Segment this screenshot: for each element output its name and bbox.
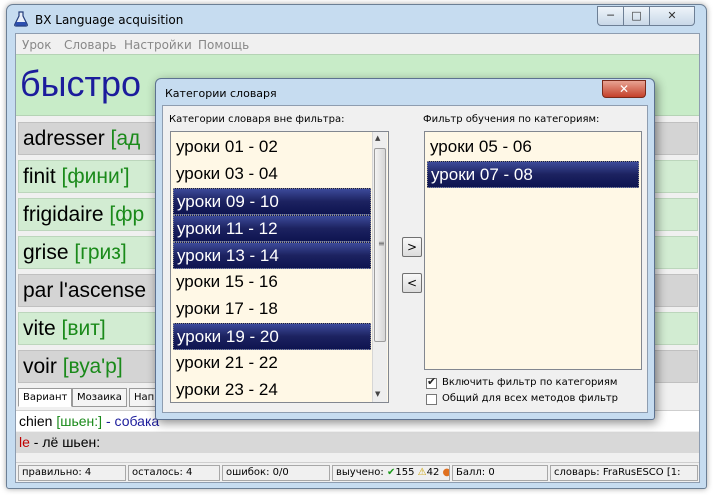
scroll-down-icon[interactable]: ▼ [375, 390, 380, 398]
window-title: BX Language acquisition [35, 13, 184, 27]
circle-icon: ● [443, 467, 449, 478]
status-score: Балл: 0 [452, 465, 548, 481]
answer-transcription: [фини'] [61, 165, 130, 188]
tab-mosaic[interactable]: Мозаика [72, 388, 127, 407]
example-transcription: [шьен:] [56, 413, 103, 429]
status-correct: правильно: 4 [18, 465, 126, 481]
answer-word: frigidaire [23, 203, 104, 226]
answer-word: finit [23, 165, 56, 188]
answer-word: grise [23, 241, 69, 264]
list-item[interactable]: уроки 15 - 16 [173, 269, 371, 296]
list-item[interactable]: уроки 09 - 10 [173, 188, 371, 215]
categories-dialog: Категории словаря ✕ Категории словаря вн… [155, 78, 655, 420]
common-filter-label: Общий для всех методов фильтр [442, 393, 619, 404]
scroll-up-icon[interactable]: ▲ [375, 134, 380, 142]
title-bar[interactable]: BX Language acquisition ─ □ ✕ [7, 5, 706, 33]
list-item[interactable]: уроки 17 - 18 [173, 296, 371, 323]
list-item[interactable]: уроки 03 - 04 [173, 161, 371, 188]
add-to-filter-button[interactable]: > [402, 237, 422, 257]
left-list-label: Категории словаря вне фильтра: [169, 114, 345, 125]
enable-filter-checkbox[interactable]: ✔ [426, 375, 437, 389]
question-word: быстро [20, 63, 142, 104]
dialog-close-button[interactable]: ✕ [602, 80, 646, 98]
status-dictionary: словарь: FraRusESCO [1: [550, 465, 698, 481]
checkmark-icon: ✔ [427, 375, 437, 388]
filter-categories-list[interactable]: уроки 05 - 06 уроки 07 - 08 [424, 131, 642, 370]
remove-from-filter-button[interactable]: < [402, 273, 422, 293]
tab-variant[interactable]: Вариант [18, 388, 73, 407]
status-errors: ошибок: 0/0 [222, 465, 330, 481]
menu-lesson[interactable]: Урок [22, 38, 52, 52]
example-pronunciation: - лё шьен: [33, 434, 101, 450]
list-item[interactable]: уроки 19 - 20 [173, 323, 371, 350]
example-article: le [19, 434, 30, 450]
answer-transcription: [ад [110, 127, 141, 150]
answer-transcription: [вит] [61, 317, 106, 340]
list-item[interactable]: уроки 13 - 14 [173, 242, 371, 269]
scroll-thumb[interactable]: ≡ [374, 148, 386, 342]
answer-word: vite [23, 317, 56, 340]
example-meaning: собака [114, 413, 160, 429]
learned-warn-count: 42 [426, 467, 440, 478]
available-categories-list[interactable]: уроки 01 - 02 уроки 03 - 04 уроки 09 - 1… [170, 131, 389, 403]
list-item[interactable]: уроки 23 - 24 [173, 377, 371, 402]
menu-settings[interactable]: Настройки [124, 38, 192, 52]
answer-transcription: [гриз] [74, 241, 127, 264]
menu-bar: Урок Словарь Настройки Помощь [16, 34, 699, 54]
example-word: chien [19, 413, 53, 429]
common-filter-checkbox[interactable] [426, 394, 437, 405]
enable-filter-label: Включить фильтр по категориям [442, 377, 618, 388]
answer-transcription: [вуа'р] [62, 355, 123, 378]
list-item[interactable]: уроки 11 - 12 [173, 215, 371, 242]
grip-icon: ≡ [378, 239, 385, 248]
list-item[interactable]: уроки 07 - 08 [427, 161, 639, 188]
warning-icon: ⚠ [417, 467, 427, 478]
menu-dictionary[interactable]: Словарь [64, 38, 117, 52]
list-item[interactable]: уроки 05 - 06 [427, 134, 639, 161]
answer-word: par l'ascense [23, 279, 147, 302]
close-button[interactable]: ✕ [649, 6, 695, 26]
answer-word: adresser [23, 127, 105, 150]
list-item[interactable]: уроки 01 - 02 [173, 134, 371, 161]
vertical-scrollbar[interactable]: ▲ ≡ ▼ [372, 132, 387, 402]
status-learned: выучено: ✔155 ⚠42 ●8 [332, 465, 450, 481]
dialog-body: Категории словаря вне фильтра: Фильтр об… [162, 105, 648, 413]
list-item[interactable]: уроки 21 - 22 [173, 350, 371, 377]
maximize-button[interactable]: □ [623, 6, 650, 26]
flask-icon [14, 11, 28, 27]
learned-label: выучено: [336, 467, 384, 478]
right-list-label: Фильтр обучения по категориям: [423, 114, 600, 125]
status-bar: правильно: 4 осталось: 4 ошибок: 0/0 выу… [16, 462, 699, 482]
answer-transcription: [фр [109, 203, 145, 226]
dialog-title: Категории словаря [165, 87, 277, 100]
status-remaining: осталось: 4 [128, 465, 220, 481]
learned-ok-count: 155 [395, 467, 415, 478]
example-row: le - лё шьен: [16, 432, 699, 453]
menu-help[interactable]: Помощь [198, 38, 249, 52]
answer-word: voir [23, 355, 57, 378]
minimize-button[interactable]: ─ [597, 6, 624, 26]
example-separator: - [105, 413, 111, 429]
